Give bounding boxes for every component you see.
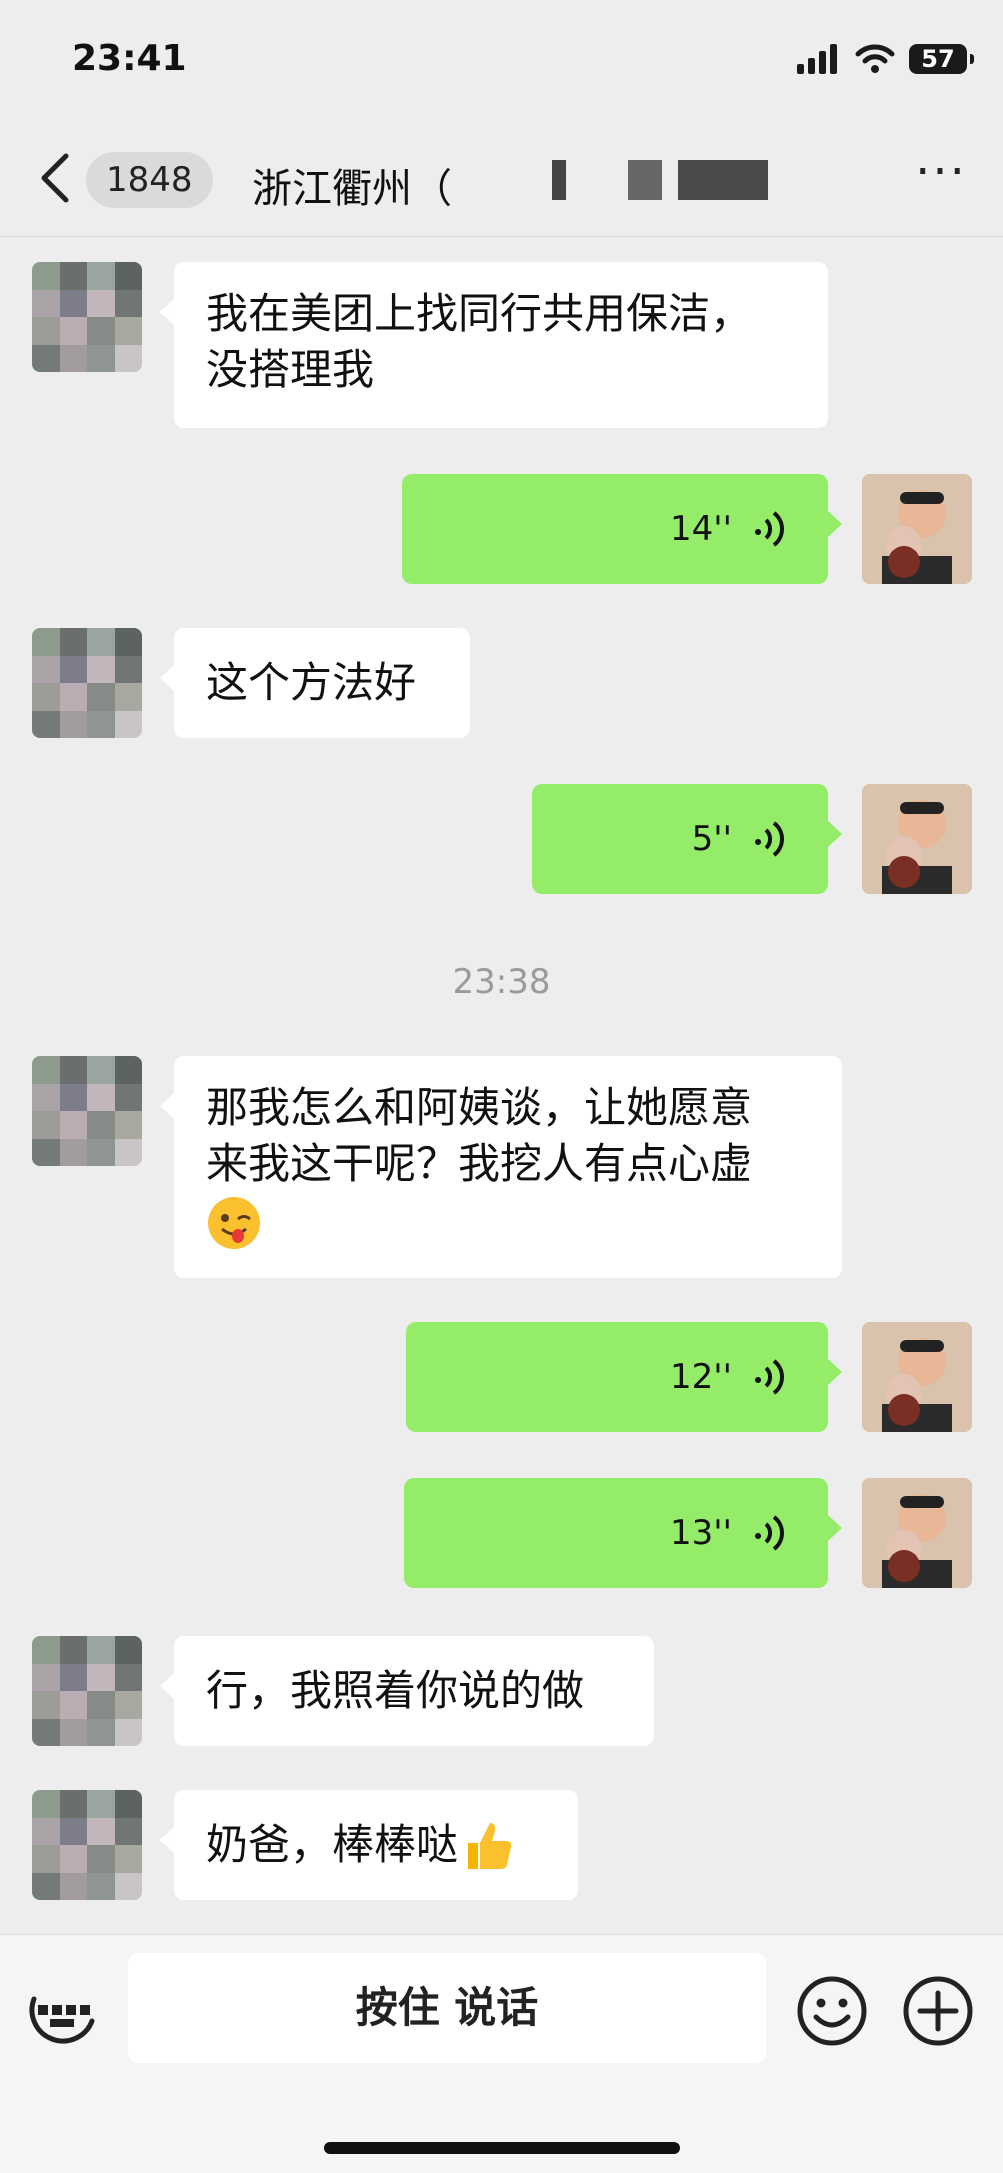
my-avatar[interactable] — [862, 474, 972, 584]
voice-wave-icon — [755, 511, 784, 547]
chat-title: 浙江衢州（ — [252, 166, 452, 212]
thumbs-up-emoji-icon — [468, 1823, 512, 1869]
wifi-icon — [855, 44, 895, 73]
redacted-title-block — [552, 160, 566, 200]
voice-message-bubble[interactable]: 12'' — [406, 1322, 842, 1432]
message-text: 奶爸，棒棒哒 — [206, 1820, 459, 1869]
message-text: 来我这干呢？我挖人有点心虚 — [206, 1139, 753, 1188]
winking-tongue-emoji-icon — [208, 1196, 260, 1249]
message-text: 我在美团上找同行共用保洁， — [206, 289, 753, 338]
voice-duration: 13'' — [670, 1513, 732, 1553]
back-chevron-icon[interactable] — [36, 152, 76, 204]
my-avatar[interactable] — [862, 1322, 972, 1432]
voice-duration: 5'' — [691, 819, 732, 859]
voice-message-bubble[interactable]: 13'' — [404, 1478, 842, 1588]
contact-avatar[interactable] — [32, 262, 142, 372]
my-avatar[interactable] — [862, 784, 972, 894]
status-icons: 57 — [797, 44, 974, 74]
voice-message-bubble[interactable]: 14'' — [402, 474, 842, 584]
message-text: 没搭理我 — [206, 345, 375, 394]
unread-count-badge[interactable]: 1848 — [86, 152, 213, 208]
hold-to-talk-button[interactable]: 按住 说话 — [128, 1953, 766, 2063]
chat-input-bar: 按住 说话 — [0, 1934, 1003, 2173]
contact-avatar[interactable] — [32, 628, 142, 738]
message-bubble-incoming[interactable]: 奶爸，棒棒哒 — [160, 1790, 578, 1900]
chat-header: 1848 浙江衢州（ ··· — [0, 130, 1003, 237]
my-avatar[interactable] — [862, 1478, 972, 1588]
message-bubble-incoming[interactable]: 我在美团上找同行共用保洁， 没搭理我 — [160, 262, 828, 428]
message-bubble-incoming[interactable]: 行，我照着你说的做 — [160, 1636, 654, 1746]
redacted-title-block — [628, 160, 662, 200]
message-bubble-incoming[interactable]: 那我怎么和阿姨谈，让她愿意 来我这干呢？我挖人有点心虚 — [160, 1056, 842, 1278]
contact-avatar[interactable] — [32, 1790, 142, 1900]
status-bar: 23:41 57 — [0, 0, 1003, 130]
contact-avatar[interactable] — [32, 1056, 142, 1166]
message-text: 行，我照着你说的做 — [206, 1666, 585, 1715]
message-bubble-incoming[interactable]: 这个方法好 — [160, 628, 470, 738]
voice-wave-icon — [755, 821, 784, 857]
chat-timestamp: 23:38 — [452, 962, 551, 1002]
voice-duration: 12'' — [670, 1357, 732, 1397]
more-options-icon[interactable]: ··· — [911, 148, 971, 208]
cellular-signal-icon — [797, 44, 837, 74]
message-text: 这个方法好 — [206, 658, 417, 707]
message-text: 那我怎么和阿姨谈，让她愿意 — [206, 1083, 753, 1132]
keyboard-voice-toggle-icon[interactable] — [26, 1975, 98, 2047]
redacted-title-block — [678, 160, 768, 200]
emoji-icon[interactable] — [796, 1975, 868, 2047]
plus-icon[interactable] — [902, 1975, 974, 2047]
home-indicator — [324, 2142, 680, 2154]
contact-avatar[interactable] — [32, 1636, 142, 1746]
status-time: 23:41 — [72, 38, 187, 79]
battery-icon: 57 — [909, 44, 974, 74]
voice-duration: 14'' — [670, 509, 732, 549]
voice-message-bubble[interactable]: 5'' — [532, 784, 842, 894]
voice-wave-icon — [755, 1515, 784, 1551]
voice-wave-icon — [755, 1359, 784, 1395]
